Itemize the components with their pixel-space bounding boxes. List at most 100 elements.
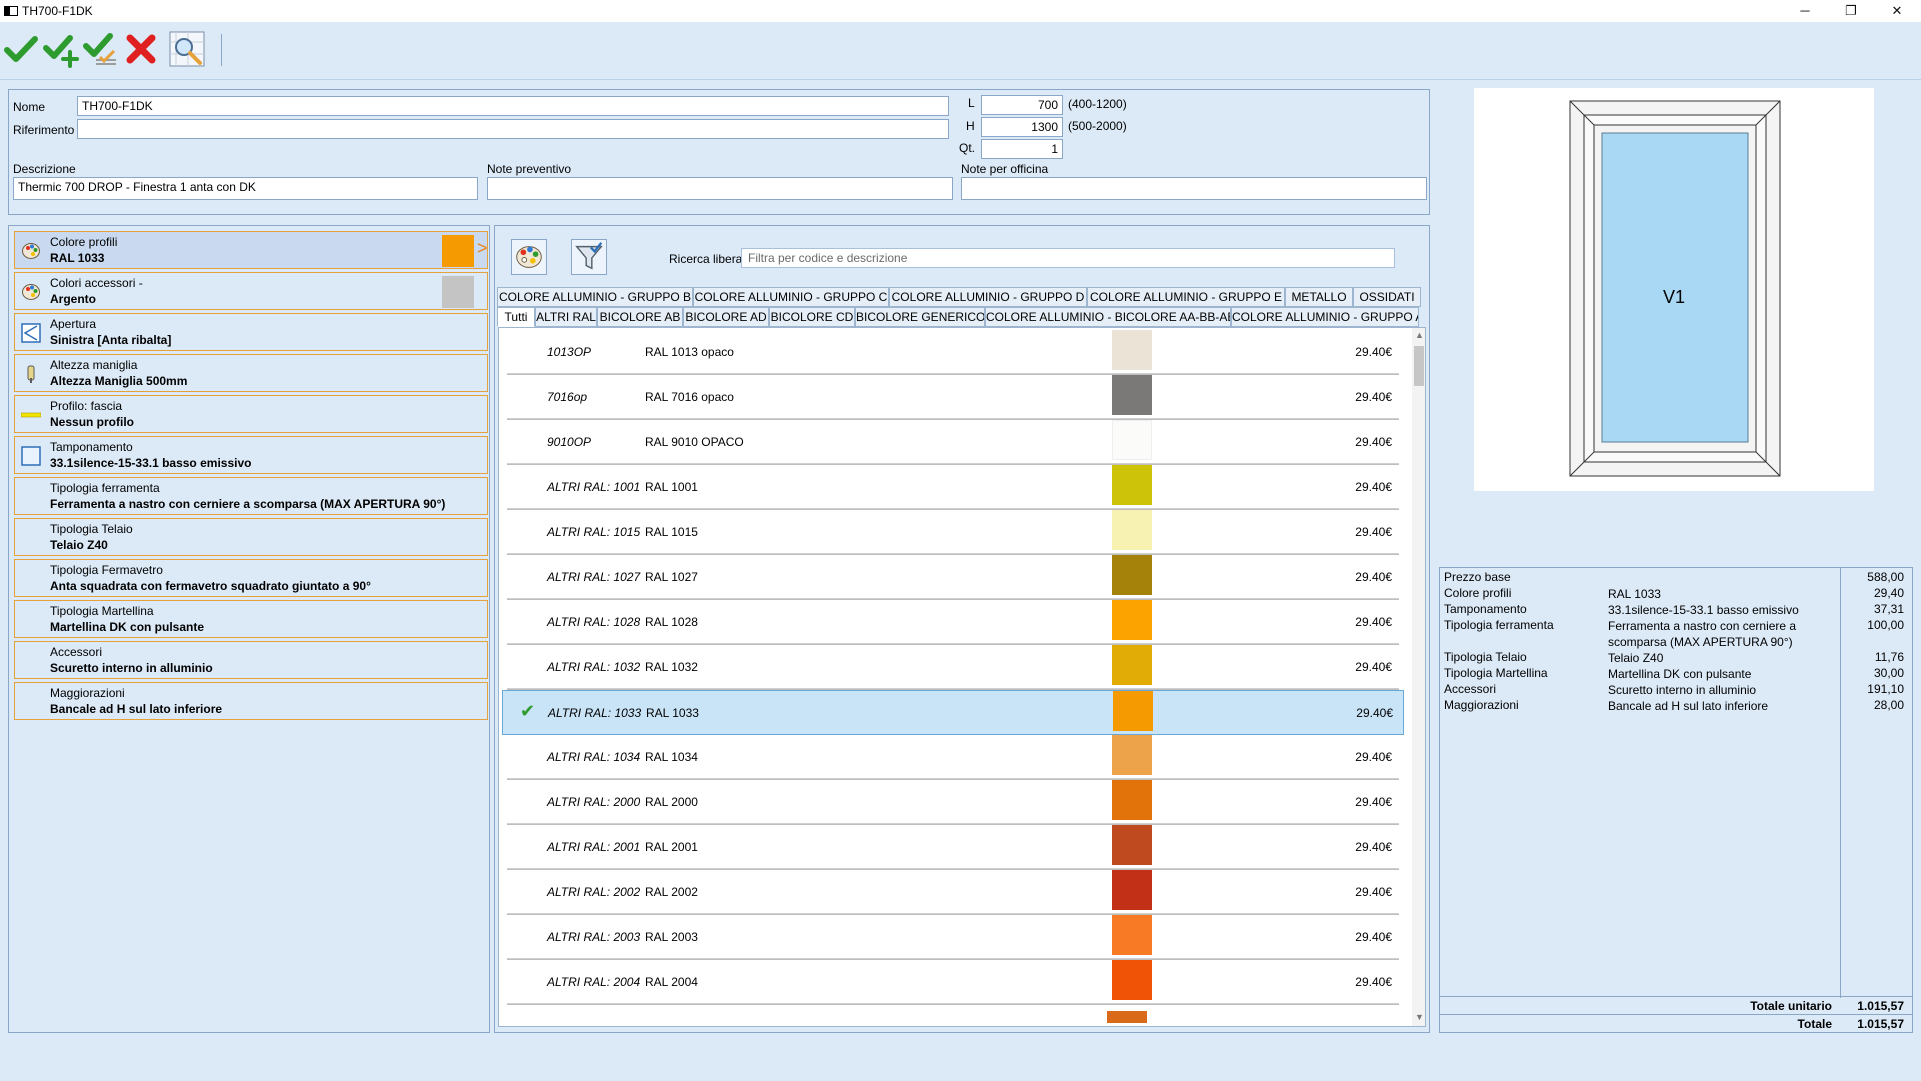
chevron-right-icon[interactable]: > bbox=[477, 238, 488, 259]
option-item[interactable]: Altezza maniglia Altezza Maniglia 500mm bbox=[14, 354, 488, 392]
color-code: ALTRI RAL: 2002 bbox=[547, 885, 641, 899]
cancel-button[interactable] bbox=[122, 30, 160, 68]
table-row[interactable]: ALTRI RAL: 1034 RAL 1034 29.40€ bbox=[507, 735, 1399, 780]
tab-bicolore-cd[interactable]: BICOLORE CD bbox=[769, 307, 855, 327]
option-item[interactable]: Maggiorazioni Bancale ad H sul lato infer… bbox=[14, 682, 488, 720]
option-item[interactable]: Tipologia Telaio Telaio Z40 bbox=[14, 518, 488, 556]
table-row[interactable]: 7016op RAL 7016 opaco 29.40€ bbox=[507, 375, 1399, 420]
summary-price: 37,31 bbox=[1873, 602, 1904, 616]
table-row[interactable]: ALTRI RAL: 1027 RAL 1027 29.40€ bbox=[507, 555, 1399, 600]
tab-bicolore-ad[interactable]: BICOLORE AD bbox=[683, 307, 769, 327]
summary-key: Tipologia Telaio bbox=[1444, 650, 1527, 664]
table-row[interactable]: ✔ ALTRI RAL: 1033 RAL 1033 29.40€ bbox=[502, 690, 1404, 735]
price-summary: Prezzo base 588,00 Colore profili RAL 1033 2… bbox=[1439, 567, 1913, 1033]
tab-altri-ral[interactable]: ALTRI RAL bbox=[535, 307, 597, 327]
summary-price: 191,10 bbox=[1867, 682, 1904, 696]
color-swatch bbox=[1112, 645, 1152, 685]
table-row[interactable]: ALTRI RAL: 1015 RAL 1015 29.40€ bbox=[507, 510, 1399, 555]
maximize-button[interactable]: ❐ bbox=[1828, 0, 1874, 22]
riferimento-field[interactable] bbox=[77, 119, 949, 139]
note-preventivo-field[interactable] bbox=[487, 177, 953, 200]
qt-field[interactable]: 1 bbox=[981, 139, 1063, 159]
l-field[interactable]: 700 bbox=[981, 95, 1063, 115]
color-code: ALTRI RAL: 1027 bbox=[547, 570, 641, 584]
color-description: RAL 1034 bbox=[645, 750, 698, 764]
option-item[interactable]: Colori accessori - Argento bbox=[14, 272, 488, 310]
tab-metallo[interactable]: METALLO bbox=[1285, 287, 1353, 307]
summary-value: Bancale ad H sul lato inferiore bbox=[1608, 699, 1769, 713]
color-swatch bbox=[1112, 600, 1152, 640]
confirm-icon bbox=[4, 36, 38, 62]
option-item[interactable]: Tipologia ferramenta Ferramenta a nastro … bbox=[14, 477, 488, 515]
table-row[interactable]: ALTRI RAL: 2001 RAL 2001 29.40€ bbox=[507, 825, 1399, 870]
table-row[interactable]: 9010OP RAL 9010 OPACO 29.40€ bbox=[507, 420, 1399, 465]
palette-icon bbox=[21, 241, 41, 261]
color-code: ALTRI RAL: 2003 bbox=[547, 930, 641, 944]
option-item[interactable]: Profilo: fascia Nessun profilo bbox=[14, 395, 488, 433]
nome-field[interactable]: TH700-F1DK bbox=[77, 96, 949, 116]
confirm-add-button[interactable] bbox=[42, 30, 80, 68]
option-item[interactable]: Tamponamento 33.1silence-15-33.1 basso em… bbox=[14, 436, 488, 474]
palette-button[interactable] bbox=[511, 239, 547, 275]
option-item[interactable]: Colore profili RAL 1033 > bbox=[14, 231, 488, 269]
confirm-multi-button[interactable] bbox=[82, 30, 120, 68]
descrizione-field[interactable]: Thermic 700 DROP - Finestra 1 anta con D… bbox=[13, 177, 478, 200]
close-button[interactable]: ✕ bbox=[1874, 0, 1920, 22]
option-label: Tipologia Telaio bbox=[50, 522, 133, 536]
tab-bicolore-ab[interactable]: BICOLORE AB bbox=[597, 307, 683, 327]
option-item[interactable]: Accessori Scuretto interno in alluminio bbox=[14, 641, 488, 679]
h-field[interactable]: 1300 bbox=[981, 117, 1063, 137]
summary-key: Tamponamento bbox=[1444, 602, 1527, 616]
scroll-up-icon[interactable]: ▲ bbox=[1415, 330, 1424, 340]
confirm-add-icon bbox=[43, 35, 79, 68]
table-row[interactable]: ALTRI RAL: 1028 RAL 1028 29.40€ bbox=[507, 600, 1399, 645]
profile-band-icon bbox=[20, 405, 42, 425]
option-item[interactable]: Tipologia Fermavetro Anta squadrata con f… bbox=[14, 559, 488, 597]
tab-colore-alluminio-bicolore-aa-bb-ab[interactable]: COLORE ALLUMINIO - BICOLORE AA-BB-AB bbox=[985, 307, 1231, 327]
nome-label: Nome bbox=[13, 100, 46, 114]
vertical-scrollbar[interactable]: ▲ ▼ bbox=[1412, 328, 1425, 1026]
table-row[interactable]: ALTRI RAL: 2000 RAL 2000 29.40€ bbox=[507, 780, 1399, 825]
color-price: 29.40€ bbox=[1355, 660, 1392, 674]
search-input[interactable]: Filtra per codice e descrizione bbox=[741, 248, 1395, 268]
tab-colore-alluminio-gruppo-e[interactable]: COLORE ALLUMINIO - GRUPPO E bbox=[1087, 287, 1285, 307]
table-row[interactable]: ALTRI RAL: 1001 RAL 1001 29.40€ bbox=[507, 465, 1399, 510]
option-item[interactable]: Apertura Sinistra [Anta ribalta] bbox=[14, 313, 488, 351]
tab-tutti[interactable]: Tutti bbox=[497, 307, 535, 327]
minimize-button[interactable]: ─ bbox=[1782, 0, 1828, 22]
scroll-thumb[interactable] bbox=[1414, 346, 1424, 386]
tab-bicolore-generico[interactable]: BICOLORE GENERICO bbox=[855, 307, 985, 327]
scroll-down-icon[interactable]: ▼ bbox=[1415, 1012, 1424, 1022]
totale-row: Totale 1.015,57 bbox=[1440, 1014, 1912, 1032]
article-header-form: Nome TH700-F1DK Riferimento L 700 (400-1… bbox=[8, 89, 1430, 215]
tab-colore-alluminio-gruppo-a[interactable]: COLORE ALLUMINIO - GRUPPO A bbox=[1231, 307, 1419, 327]
color-rows: 1013OP RAL 1013 opaco 29.40€ 7016op RAL 7016… bbox=[499, 328, 1409, 1026]
table-row[interactable]: 1013OP RAL 1013 opaco 29.40€ bbox=[507, 330, 1399, 375]
option-item[interactable]: Tipologia Martellina Martellina DK con pu… bbox=[14, 600, 488, 638]
tab-ossidati[interactable]: OSSIDATI bbox=[1353, 287, 1421, 307]
qt-label: Qt. bbox=[959, 141, 976, 155]
color-swatch bbox=[1112, 375, 1152, 415]
filter-button[interactable] bbox=[571, 239, 607, 275]
summary-price: 11,76 bbox=[1874, 650, 1904, 664]
window-preview: V1 bbox=[1474, 88, 1874, 491]
tab-colore-alluminio-gruppo-d[interactable]: COLORE ALLUMINIO - GRUPPO D bbox=[889, 287, 1087, 307]
option-label: Colori accessori - bbox=[50, 276, 143, 290]
option-label: Tipologia Martellina bbox=[50, 604, 154, 618]
tab-colore-alluminio-gruppo-c[interactable]: COLORE ALLUMINIO - GRUPPO C bbox=[693, 287, 889, 307]
table-row[interactable]: ALTRI RAL: 2004 RAL 2004 29.40€ bbox=[507, 960, 1399, 1005]
table-row[interactable]: ALTRI RAL: 2002 RAL 2002 29.40€ bbox=[507, 870, 1399, 915]
summary-value: Telaio Z40 bbox=[1608, 651, 1664, 665]
color-swatch bbox=[1112, 780, 1152, 820]
color-description: RAL 1027 bbox=[645, 570, 698, 584]
table-row[interactable]: ALTRI RAL: 2003 RAL 2003 29.40€ bbox=[507, 915, 1399, 960]
tab-colore-alluminio-gruppo-b[interactable]: COLORE ALLUMINIO - GRUPPO B bbox=[497, 287, 693, 307]
option-label: Tipologia Fermavetro bbox=[50, 563, 163, 577]
note-officina-field[interactable] bbox=[961, 177, 1427, 200]
totale-unitario-value: 1.015,57 bbox=[1857, 999, 1904, 1013]
confirm-button[interactable] bbox=[2, 30, 40, 68]
option-label: Tamponamento bbox=[50, 440, 133, 454]
preview-zoom-button[interactable] bbox=[168, 30, 206, 68]
color-description: RAL 7016 opaco bbox=[645, 390, 734, 404]
table-row[interactable]: ALTRI RAL: 1032 RAL 1032 29.40€ bbox=[507, 645, 1399, 690]
